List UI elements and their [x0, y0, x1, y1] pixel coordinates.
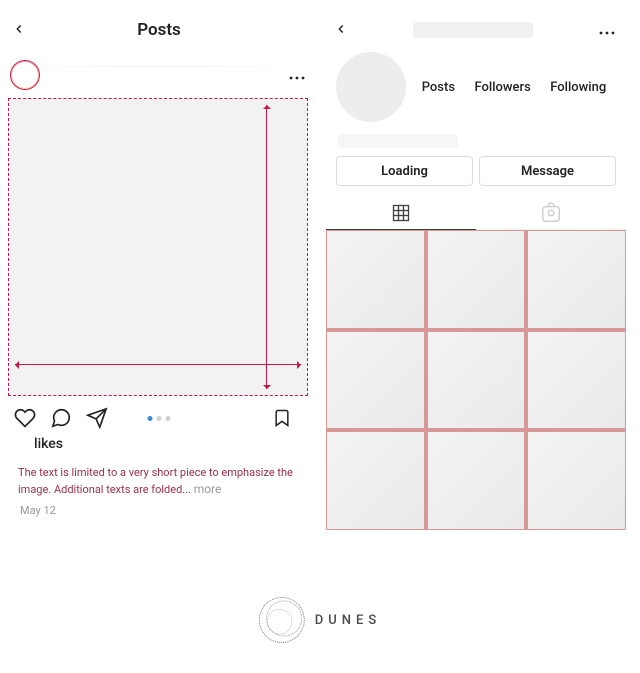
grid-cell[interactable] [527, 431, 626, 530]
profile-tabs [326, 196, 626, 230]
post-caption: The text is limited to a very short piec… [4, 458, 314, 498]
bio-placeholder [338, 134, 458, 148]
story-avatar[interactable] [10, 60, 40, 90]
grid-cell[interactable] [527, 331, 626, 430]
ellipsis-icon [288, 75, 306, 81]
grid-icon [391, 203, 411, 223]
grid-cell[interactable] [326, 331, 425, 430]
profile-grid [326, 230, 626, 530]
brand-footer: DUNES [259, 597, 381, 643]
caption-text: The text is limited to a very short piec… [18, 466, 293, 496]
feed-post-panel: Posts [4, 6, 314, 530]
tab-tagged[interactable] [476, 196, 626, 230]
post-action-row [4, 400, 314, 434]
username-placeholder [413, 22, 533, 38]
profile-button-row: Loading Message [326, 156, 626, 186]
profile-header [326, 6, 626, 46]
profile-options-button[interactable] [598, 21, 616, 40]
stat-followers[interactable]: Followers [474, 80, 530, 95]
bookmark-icon [272, 407, 292, 429]
post-image-placeholder[interactable] [8, 98, 308, 396]
post-owner-row [4, 54, 314, 92]
like-button[interactable] [14, 407, 36, 429]
post-options-button[interactable] [288, 66, 306, 85]
grid-cell[interactable] [427, 230, 526, 329]
comment-button[interactable] [50, 407, 72, 429]
divider [6, 66, 312, 67]
heart-icon [14, 407, 36, 429]
chevron-left-icon [12, 22, 26, 36]
brand-logo [259, 597, 305, 643]
grid-cell[interactable] [527, 230, 626, 329]
avatar[interactable] [336, 52, 406, 122]
follow-loading-button[interactable]: Loading [336, 156, 473, 186]
vertical-dimension-arrow [266, 105, 267, 389]
feed-header: Posts [4, 6, 314, 54]
back-button[interactable] [12, 20, 26, 41]
pager-dot [148, 416, 153, 421]
brand-name: DUNES [315, 613, 381, 628]
pager-dot [157, 416, 162, 421]
profile-top-row: Posts Followers Following [326, 46, 626, 126]
tagged-icon [540, 202, 562, 224]
ellipsis-icon [598, 30, 616, 36]
tab-grid[interactable] [326, 196, 476, 230]
profile-panel: Posts Followers Following Loading Messag… [326, 6, 626, 530]
grid-cell[interactable] [326, 431, 425, 530]
carousel-pager [148, 416, 171, 421]
caption-more-link[interactable]: more [194, 482, 222, 496]
page-title: Posts [137, 20, 181, 40]
likes-label[interactable]: likes [4, 434, 314, 458]
back-button[interactable] [334, 20, 348, 41]
message-button[interactable]: Message [479, 156, 616, 186]
chevron-left-icon [334, 22, 348, 36]
post-date: May 12 [4, 498, 314, 517]
pager-dot [166, 416, 171, 421]
comment-icon [50, 407, 72, 429]
grid-cell[interactable] [427, 331, 526, 430]
profile-stats: Posts Followers Following [406, 80, 616, 95]
save-button[interactable] [272, 407, 292, 429]
share-button[interactable] [86, 407, 108, 429]
stat-posts[interactable]: Posts [422, 80, 455, 95]
send-icon [86, 407, 108, 429]
grid-cell[interactable] [326, 230, 425, 329]
horizontal-dimension-arrow [15, 364, 301, 365]
stat-following[interactable]: Following [550, 80, 606, 95]
grid-cell[interactable] [427, 431, 526, 530]
